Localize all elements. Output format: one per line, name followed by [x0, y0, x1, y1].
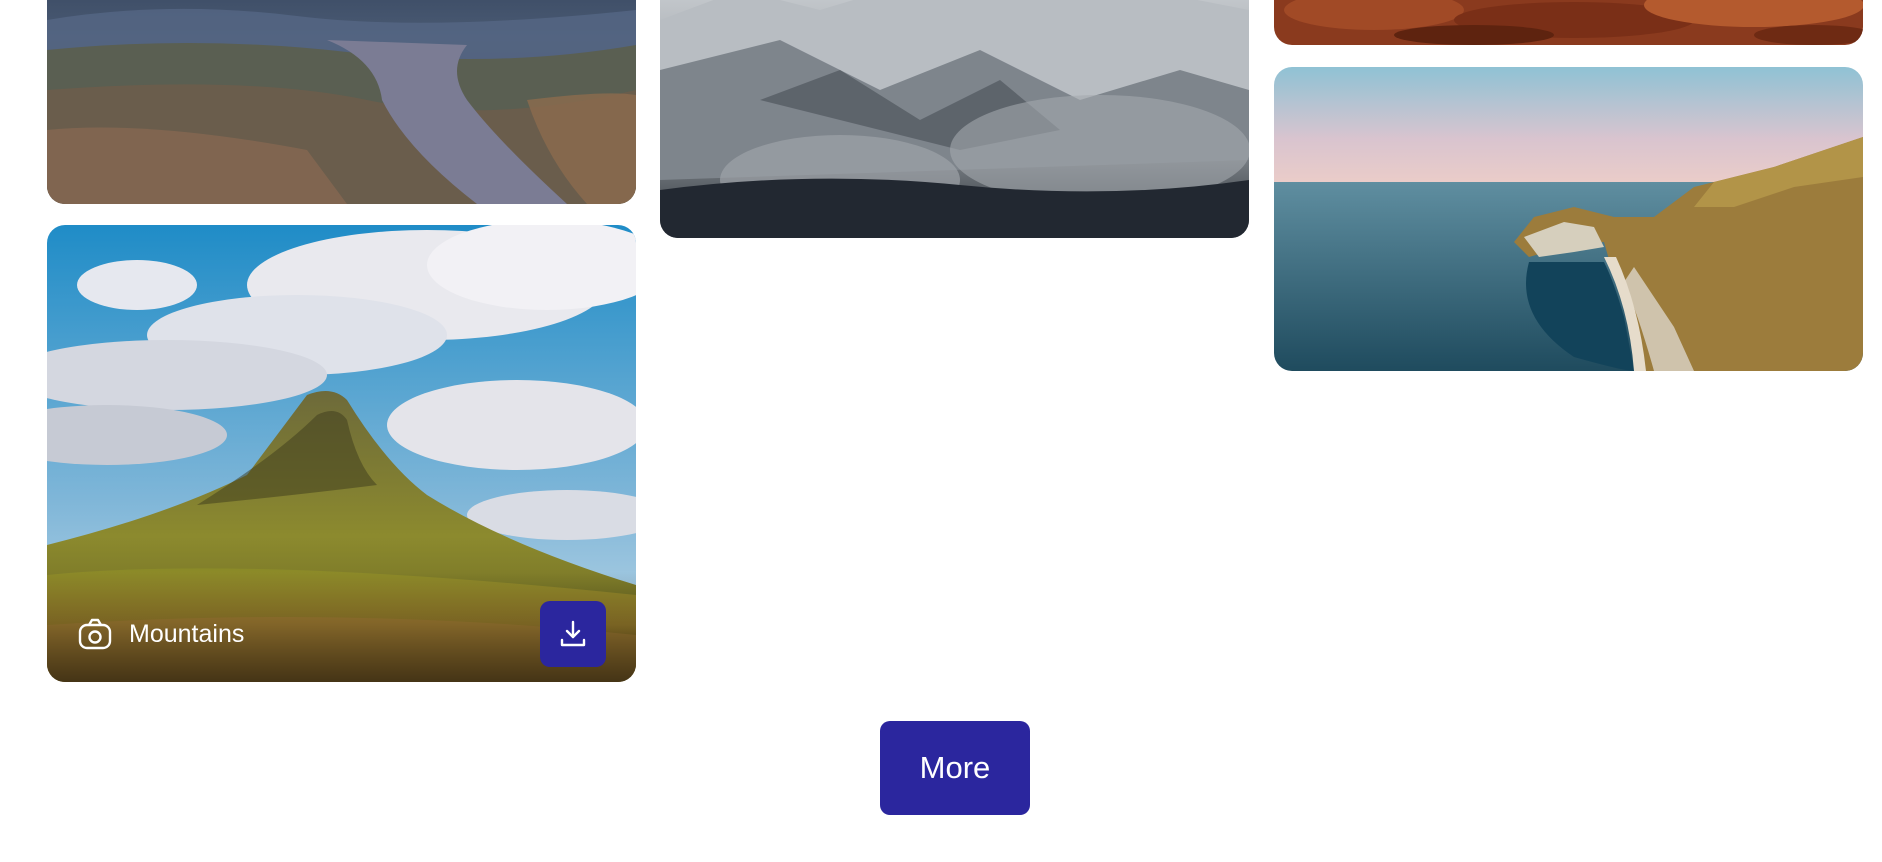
photo-card-red-rock[interactable]: [1274, 0, 1863, 45]
photo-red-rock-image: [1274, 0, 1863, 45]
photo-gallery: Mountains More: [0, 0, 1882, 862]
photo-coast-image: [1274, 67, 1863, 371]
more-button[interactable]: More: [880, 721, 1030, 815]
photo-card-path[interactable]: [47, 0, 636, 204]
photo-snowy-peak-image: [660, 0, 1249, 238]
download-icon: [558, 619, 588, 649]
photo-card-coast[interactable]: [1274, 67, 1863, 371]
photo-path-image: [47, 0, 636, 204]
card-caption: Mountains: [77, 616, 244, 652]
photo-card-snowy-peak[interactable]: [660, 0, 1249, 238]
photo-card-mountains[interactable]: Mountains: [47, 225, 636, 682]
camera-icon: [77, 616, 113, 652]
card-caption-text: Mountains: [129, 619, 245, 648]
download-button[interactable]: [540, 601, 606, 667]
